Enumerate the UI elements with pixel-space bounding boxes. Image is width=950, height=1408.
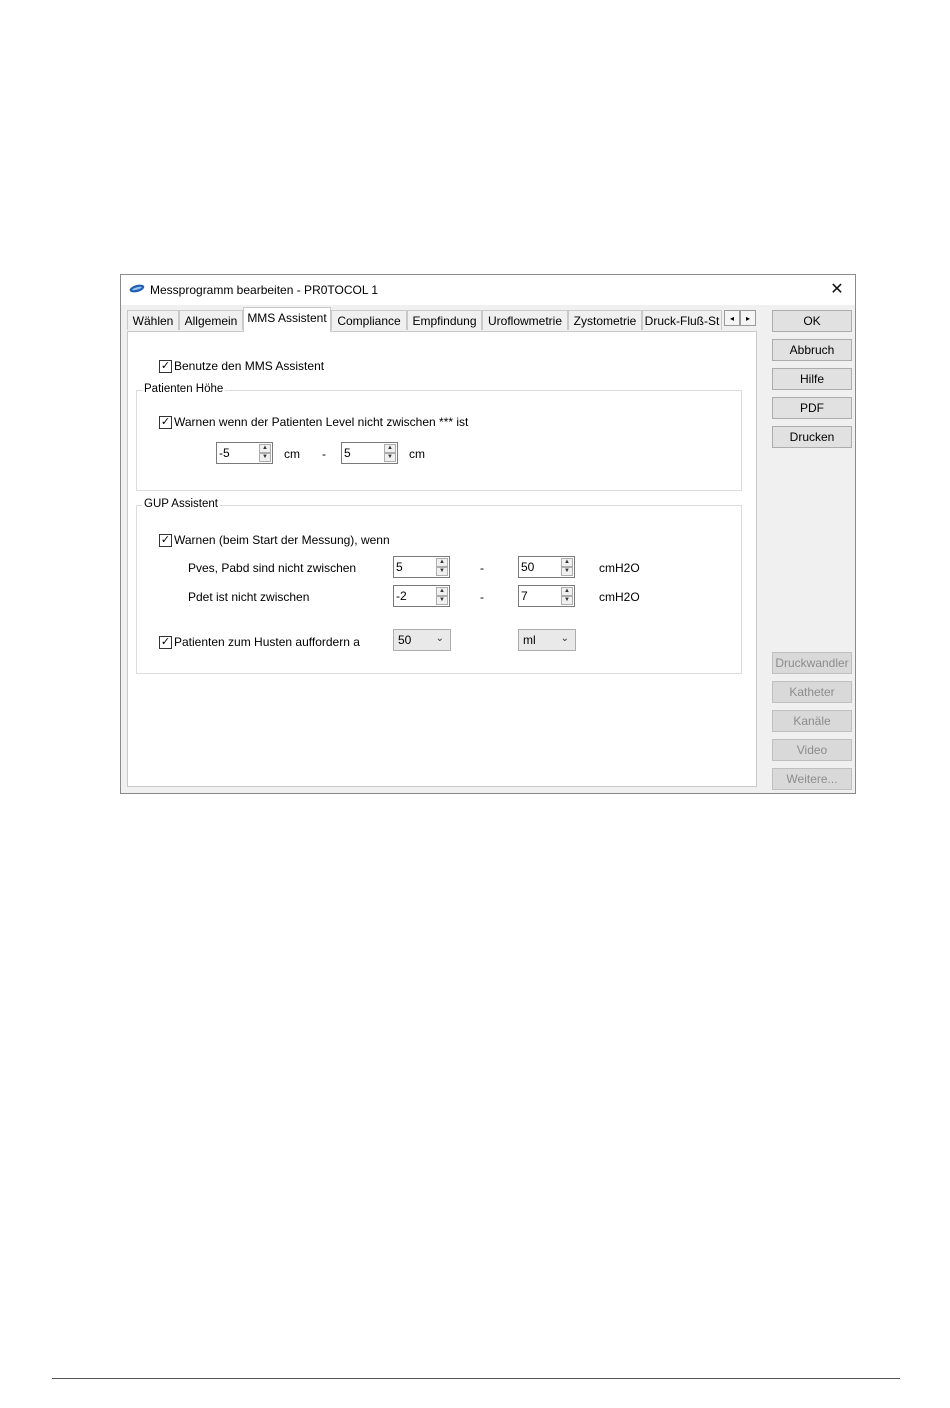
pdf-button[interactable]: PDF	[772, 397, 852, 419]
gup-warn-checkbox[interactable]: ✓	[159, 534, 172, 547]
video-button[interactable]: Video	[772, 739, 852, 761]
spin-down-icon[interactable]: ▼	[436, 596, 448, 605]
group-patient-height	[136, 390, 742, 491]
tab-druck-fluss[interactable]: Druck-Fluß-St	[642, 310, 722, 330]
use-mms-checkbox[interactable]: ✓	[159, 360, 172, 373]
spin-down-icon[interactable]: ▼	[436, 567, 448, 576]
spin-down-icon[interactable]: ▼	[384, 453, 396, 462]
tab-scroll-left-icon[interactable]: ◂	[724, 310, 740, 326]
chevron-down-icon: ⌄	[560, 633, 569, 644]
tab-uroflowmetrie[interactable]: Uroflowmetrie	[482, 310, 568, 330]
chevron-down-icon: ⌄	[435, 633, 444, 644]
ok-button[interactable]: OK	[772, 310, 852, 332]
cough-unit-value: ml	[523, 633, 536, 647]
tab-empfindung[interactable]: Empfindung	[407, 310, 482, 330]
title-bar: Messprogramm bearbeiten - PR0TOCOL 1 ✕	[121, 275, 855, 305]
pdet-label: Pdet ist nicht zwischen	[188, 590, 310, 604]
pves-min-value: 5	[396, 560, 403, 574]
use-mms-label: Benutze den MMS Assistent	[174, 359, 325, 373]
height-min-unit: cm	[284, 447, 300, 461]
tab-strip: Wählen Allgemein MMS Assistent Complianc…	[127, 307, 759, 332]
height-max-value: 5	[344, 446, 351, 460]
pves-min-spinner[interactable]: 5 ▲ ▼	[393, 556, 450, 578]
gup-warn-label: Warnen (beim Start der Messung), wenn	[174, 533, 390, 547]
spin-up-icon[interactable]: ▲	[259, 444, 271, 453]
page-divider	[52, 1378, 900, 1379]
dialog-window: Messprogramm bearbeiten - PR0TOCOL 1 ✕ W…	[120, 274, 856, 794]
tab-waehlen[interactable]: Wählen	[127, 310, 179, 330]
pves-max-spinner[interactable]: 50 ▲ ▼	[518, 556, 575, 578]
tab-zystometrie[interactable]: Zystometrie	[568, 310, 642, 330]
height-dash: -	[322, 447, 326, 461]
tab-panel-mms: ✓ Benutze den MMS Assistent Patienten Hö…	[127, 331, 757, 787]
tab-scroll-right-icon[interactable]: ▸	[740, 310, 756, 326]
close-icon[interactable]: ✕	[825, 279, 849, 301]
cough-volume-value: 50	[398, 633, 412, 647]
pdet-min-spinner[interactable]: -2 ▲ ▼	[393, 585, 450, 607]
tab-mms-assistent[interactable]: MMS Assistent	[243, 307, 331, 332]
druckwandler-button[interactable]: Druckwandler	[772, 652, 852, 674]
tab-compliance[interactable]: Compliance	[331, 310, 407, 330]
cough-checkbox[interactable]: ✓	[159, 636, 172, 649]
pves-unit: cmH2O	[599, 561, 640, 575]
abbruch-button[interactable]: Abbruch	[772, 339, 852, 361]
height-max-unit: cm	[409, 447, 425, 461]
cough-unit-select[interactable]: ml ⌄	[518, 629, 576, 651]
height-min-spinner[interactable]: -5 ▲ ▼	[216, 442, 273, 464]
cough-volume-select[interactable]: 50 ⌄	[393, 629, 451, 651]
hilfe-button[interactable]: Hilfe	[772, 368, 852, 390]
warn-level-label: Warnen wenn der Patienten Level nicht zw…	[174, 415, 469, 429]
katheter-button[interactable]: Katheter	[772, 681, 852, 703]
pdet-unit: cmH2O	[599, 590, 640, 604]
spin-down-icon[interactable]: ▼	[561, 567, 573, 576]
group-patient-height-title: Patienten Höhe	[142, 383, 226, 395]
weitere-button[interactable]: Weitere...	[772, 768, 852, 790]
height-max-spinner[interactable]: 5 ▲ ▼	[341, 442, 398, 464]
pdet-dash: -	[480, 590, 484, 604]
spin-down-icon[interactable]: ▼	[259, 453, 271, 462]
pves-label: Pves, Pabd sind nicht zwischen	[188, 561, 357, 575]
warn-level-checkbox[interactable]: ✓	[159, 416, 172, 429]
spin-up-icon[interactable]: ▲	[384, 444, 396, 453]
pdet-max-spinner[interactable]: 7 ▲ ▼	[518, 585, 575, 607]
kanaele-button[interactable]: Kanäle	[772, 710, 852, 732]
group-gup-title: GUP Assistent	[142, 498, 220, 510]
pdet-max-value: 7	[521, 589, 528, 603]
app-logo-icon	[129, 284, 145, 293]
pdet-min-value: -2	[396, 589, 407, 603]
drucken-button[interactable]: Drucken	[772, 426, 852, 448]
spin-up-icon[interactable]: ▲	[436, 587, 448, 596]
pves-max-value: 50	[521, 560, 535, 574]
spin-up-icon[interactable]: ▲	[561, 587, 573, 596]
tab-allgemein[interactable]: Allgemein	[179, 310, 243, 330]
spin-up-icon[interactable]: ▲	[436, 558, 448, 567]
height-min-value: -5	[219, 446, 230, 460]
spin-down-icon[interactable]: ▼	[561, 596, 573, 605]
pves-dash: -	[480, 561, 484, 575]
window-title: Messprogramm bearbeiten - PR0TOCOL 1	[150, 283, 379, 297]
spin-up-icon[interactable]: ▲	[561, 558, 573, 567]
cough-label: Patienten zum Husten auffordern a	[174, 635, 360, 649]
